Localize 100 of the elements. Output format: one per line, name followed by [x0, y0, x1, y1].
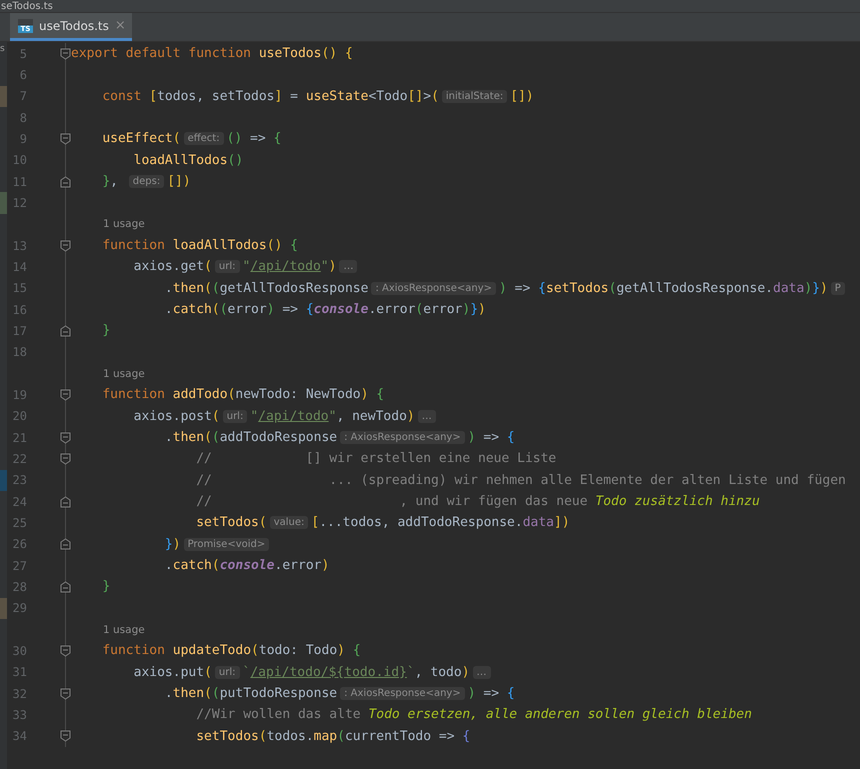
inlay-hint: Promise<void>	[184, 538, 270, 551]
line-number: 21	[12, 430, 27, 445]
code-text: ) => {setTodos(getAllTodosResponse.data)})	[499, 280, 828, 296]
code-text: .catch(console.error)	[164, 558, 330, 574]
code-text: ) => {	[468, 430, 515, 446]
code-text: loadAllTodos()	[134, 152, 244, 168]
line-number: 23	[12, 473, 27, 488]
line-number: 32	[12, 686, 27, 700]
code-text: setTodos(todos.map(currentTodo => {	[196, 728, 470, 744]
code-text: // , und wir fügen das neue Todo zusätzlich hinzu	[196, 494, 760, 510]
fold-icon[interactable]	[60, 580, 71, 593]
code-text: axios.get(	[134, 259, 212, 274]
fold-icon[interactable]	[60, 644, 71, 657]
line-number: 10	[12, 153, 27, 168]
code-text: "/api/todo", newTodo)	[250, 408, 415, 424]
line-number: 12	[12, 196, 27, 210]
inlay-hint: : AxiosResponse<any>	[371, 282, 496, 295]
fold-icon[interactable]	[60, 452, 71, 465]
line-number: 22	[12, 452, 27, 466]
usage-hint[interactable]: 1 usage	[103, 218, 145, 230]
line-number: 24	[12, 494, 27, 509]
code-text: function updateTodo(todo: Todo) {	[102, 643, 361, 658]
inlay-hint: url:	[214, 666, 240, 679]
line-number: 33	[12, 708, 27, 722]
line-number: 13	[12, 238, 27, 253]
fold-icon[interactable]	[60, 496, 71, 508]
fold-icon[interactable]	[60, 688, 71, 700]
fold-icon[interactable]	[60, 132, 71, 145]
inlay-hint: effect:	[184, 132, 224, 146]
code-text: .catch((error) => {console.error(error)})	[164, 302, 486, 318]
code-text: }	[102, 323, 110, 338]
inlay-hint: : AxiosResponse<any>	[340, 431, 465, 444]
inlay-hint: …	[472, 666, 491, 679]
line-number: 19	[12, 388, 27, 402]
usage-hint[interactable]: 1 usage	[103, 624, 145, 636]
code-text: axios.put(	[134, 664, 212, 680]
code-text: }	[102, 579, 110, 594]
line-number: 28	[12, 580, 27, 594]
fold-icon[interactable]	[60, 240, 71, 252]
code-text: () => {	[226, 131, 282, 146]
code-text: function loadAllTodos() {	[102, 238, 298, 254]
line-number: 8	[20, 110, 27, 125]
code-text: .then((putTodoResponse	[164, 686, 338, 701]
line-number: 25	[12, 516, 27, 530]
fold-icon[interactable]	[60, 48, 71, 60]
window-title: seTodos.ts	[0, 1, 53, 12]
code-text: ) => {	[468, 686, 515, 701]
inlay-hint: url:	[214, 260, 240, 274]
code-text: const [todos, setTodos] = useState<Todo[]>(	[102, 88, 439, 104]
code-text: [])	[510, 88, 534, 104]
line-number: 31	[12, 665, 27, 680]
code-text: setTodos(	[196, 515, 267, 530]
line-number: 6	[20, 68, 27, 82]
code-text: export default function useTodos() {	[71, 46, 353, 62]
code-text: })	[164, 536, 181, 552]
inlay-hint: initialState:	[442, 90, 508, 103]
code-text: .then((getAllTodosResponse	[164, 280, 368, 296]
code-text: // [] wir erstellen eine neue Liste	[196, 451, 556, 466]
code-text: `/api/todo/${todo.id}`, todo)	[242, 664, 470, 680]
inlay-hint: …	[339, 260, 358, 274]
line-number: 7	[20, 89, 27, 104]
inlay-hint: : AxiosResponse<any>	[340, 687, 465, 700]
line-number: 18	[12, 345, 27, 360]
fold-icon[interactable]	[60, 176, 71, 188]
code-text: },	[102, 174, 119, 190]
line-number: 34	[12, 729, 27, 744]
fold-icon[interactable]	[60, 324, 71, 337]
line-number: 17	[12, 324, 27, 338]
line-number: 26	[12, 537, 27, 552]
line-number: 14	[12, 260, 27, 274]
line-number: 11	[12, 174, 27, 189]
code-text: function addTodo(newTodo: NewTodo) {	[102, 387, 384, 402]
line-number: 5	[20, 46, 27, 61]
close-icon[interactable]: ×	[114, 18, 126, 33]
line-number: 29	[12, 601, 27, 616]
line-number: 27	[12, 558, 27, 573]
line-number: 16	[12, 302, 27, 317]
inlay-hint: value:	[270, 516, 308, 530]
panel-text-fragment: s	[0, 44, 5, 54]
line-number: 30	[12, 644, 27, 658]
code-text: axios.post(	[134, 408, 220, 424]
code-text: "/api/todo")	[242, 259, 336, 274]
fold-icon[interactable]	[60, 730, 71, 742]
line-number: 20	[12, 409, 27, 424]
fold-icon[interactable]	[60, 538, 71, 550]
fold-icon[interactable]	[60, 388, 71, 401]
inlay-hint: …	[418, 410, 436, 423]
code-text: useEffect(	[102, 131, 181, 146]
code-text: [])	[167, 174, 191, 190]
inlay-hint: deps:	[128, 175, 164, 188]
inlay-hint: url:	[222, 410, 248, 423]
code-text: // ... (spreading) wir nehmen alle Elemente der alten Liste und fügen	[196, 472, 846, 488]
inlay-hint: P	[830, 282, 845, 295]
code-text: //Wir wollen das alte Todo ersetzen, alle anderen sollen gleich bleiben	[196, 707, 752, 722]
line-number: 9	[20, 132, 27, 146]
code-text: .then((addTodoResponse	[164, 430, 338, 446]
usage-hint[interactable]: 1 usage	[103, 368, 145, 380]
fold-icon[interactable]	[60, 432, 71, 444]
line-number: 15	[12, 281, 27, 296]
code-text: [...todos, addTodoResponse.data])	[311, 515, 570, 530]
